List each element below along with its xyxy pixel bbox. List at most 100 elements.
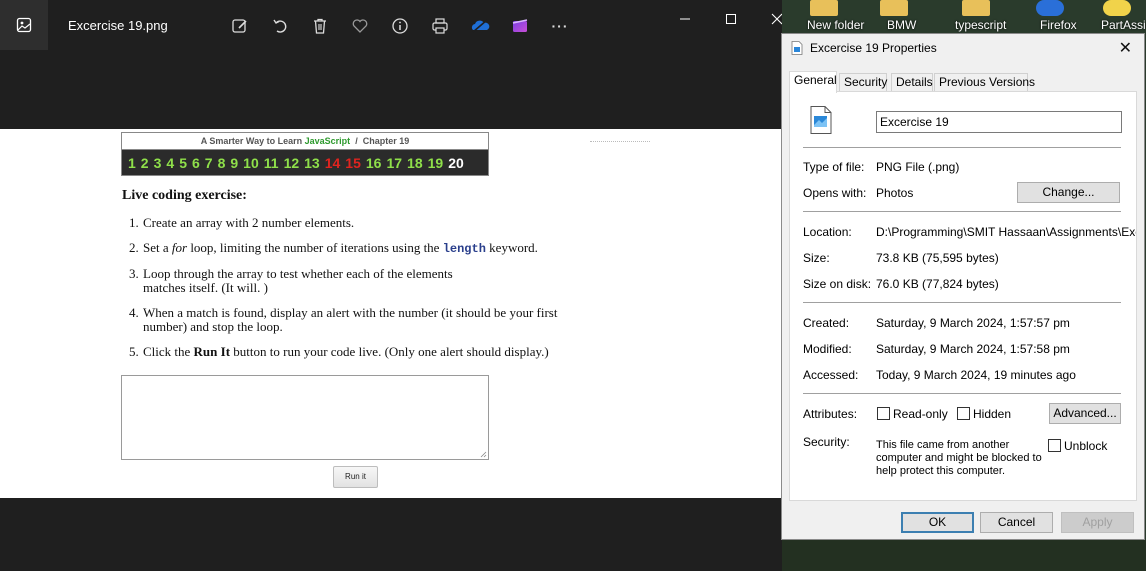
step-bold: Run It <box>193 344 231 359</box>
chapter-number: 17 <box>386 155 403 171</box>
code-textarea[interactable] <box>121 375 489 460</box>
ok-button[interactable]: OK <box>901 512 974 533</box>
hidden-label[interactable]: Hidden <box>973 407 1011 421</box>
partassist-icon <box>1103 0 1131 16</box>
maximize-icon[interactable] <box>716 8 746 30</box>
banner-chapter: Chapter 19 <box>362 136 410 146</box>
chapter-numbers: 1 2 3 4 5 6 7 8 9 10 11 12 13 14 15 16 17 18 19 20 <box>122 150 488 176</box>
location-value: D:\Programming\SMIT Hassaan\Assignments\… <box>876 225 1136 239</box>
dotted-line <box>590 141 650 142</box>
step-2: 2. Set a for loop, limiting the number of… <box>129 240 599 257</box>
resize-grip-icon[interactable] <box>480 451 487 458</box>
firefox-icon <box>1036 0 1064 16</box>
divider <box>803 393 1121 394</box>
step-number: 1. <box>129 215 139 230</box>
photos-window: Excercise 19.png ··· A Smarter Way to Le… <box>0 0 800 571</box>
step-text: button to run your code live. (Only one … <box>230 344 549 359</box>
photos-titlebar: Excercise 19.png ··· <box>0 0 800 52</box>
location-label: Location: <box>803 225 852 239</box>
desktop-icon-firefox[interactable]: Firefox <box>1027 0 1077 34</box>
banner-separator: / <box>355 136 358 146</box>
step-number: 4. <box>129 305 139 320</box>
divider <box>803 211 1121 212</box>
favorite-icon[interactable] <box>348 14 372 38</box>
image-file-icon <box>810 106 832 134</box>
change-button[interactable]: Change... <box>1017 182 1120 203</box>
step-text: Click the <box>143 344 194 359</box>
chapter-number: 7 <box>204 155 213 171</box>
modified-value: Saturday, 9 March 2024, 1:57:58 pm <box>876 342 1070 356</box>
hidden-checkbox[interactable] <box>957 407 970 420</box>
chapter-number: 1 <box>128 155 136 171</box>
properties-dialog: Excercise 19 Properties ✕ General Securi… <box>781 33 1145 540</box>
step-text: loop, limiting the number of iterations … <box>187 240 443 255</box>
type-value: PNG File (.png) <box>876 160 960 174</box>
exercise-steps: 1. Create an array with 2 number elements… <box>129 216 599 359</box>
step-keyword: length <box>442 242 486 256</box>
step-number: 3. <box>129 266 139 281</box>
minimize-icon[interactable] <box>670 8 700 30</box>
chapter-number: 13 <box>304 155 320 171</box>
desktop-icon-label: New folder <box>807 18 865 32</box>
onedrive-icon[interactable] <box>468 14 492 38</box>
desktop-icon-partassist[interactable]: PartAssist <box>1088 0 1146 34</box>
file-name-field[interactable]: Excercise 19 <box>876 111 1122 133</box>
close-icon[interactable]: ✕ <box>1119 38 1132 58</box>
opens-with-value: Photos <box>876 186 914 200</box>
image-canvas[interactable]: A Smarter Way to Learn JavaScript / Chap… <box>0 129 782 498</box>
run-it-button[interactable]: Run it <box>333 466 378 488</box>
chapter-number: 12 <box>283 155 300 171</box>
photos-app-icon[interactable] <box>0 0 48 50</box>
advanced-button[interactable]: Advanced... <box>1049 403 1121 424</box>
security-label: Security: <box>803 435 850 449</box>
rotate-icon[interactable] <box>268 14 292 38</box>
step-text: keyword. <box>485 240 538 255</box>
clipchamp-icon[interactable] <box>508 14 532 38</box>
step-text: Loop through the array to test whether e… <box>143 266 453 281</box>
step-text: When a match is found, display an alert … <box>143 305 558 320</box>
chapter-number: 10 <box>243 155 259 171</box>
desktop-icon-typescript[interactable]: typescript <box>942 0 1010 34</box>
accessed-label: Accessed: <box>803 368 859 382</box>
divider <box>803 302 1121 303</box>
chapter-number: 3 <box>153 155 162 171</box>
desktop-icon-new-folder[interactable]: New folder <box>794 0 864 34</box>
chapter-number: 14 <box>324 155 341 171</box>
chapter-number: 19 <box>427 155 444 171</box>
banner-prefix: A Smarter Way to Learn <box>200 136 303 146</box>
chapter-number: 5 <box>179 155 187 171</box>
apply-button[interactable]: Apply <box>1061 512 1134 533</box>
desktop-icon-bmw[interactable]: BMW <box>874 0 916 34</box>
unblock-label[interactable]: Unblock <box>1064 439 1107 453</box>
chapter-number: 15 <box>345 155 361 171</box>
chapter-number: 9 <box>230 155 239 171</box>
size-on-disk-label: Size on disk: <box>803 277 872 291</box>
more-icon[interactable]: ··· <box>548 14 572 38</box>
chapter-number: 2 <box>140 155 149 171</box>
dialog-title: Excercise 19 Properties <box>810 41 937 55</box>
cancel-button[interactable]: Cancel <box>980 512 1053 533</box>
read-only-checkbox[interactable] <box>877 407 890 420</box>
step-text: matches itself. (It will. ) <box>143 280 268 295</box>
step-text: number) and stop the loop. <box>143 319 283 334</box>
edit-image-icon[interactable] <box>228 14 252 38</box>
tab-general[interactable]: General <box>789 71 837 93</box>
unblock-checkbox[interactable] <box>1048 439 1061 452</box>
size-on-disk-value: 76.0 KB (77,824 bytes) <box>876 277 999 291</box>
desktop-icon-label: PartAssist <box>1101 18 1146 32</box>
read-only-label[interactable]: Read-only <box>893 407 948 421</box>
size-label: Size: <box>803 251 830 265</box>
banner-title: A Smarter Way to Learn JavaScript / Chap… <box>122 133 488 150</box>
book-banner: A Smarter Way to Learn JavaScript / Chap… <box>121 132 489 176</box>
type-label: Type of file: <box>803 160 865 174</box>
delete-icon[interactable] <box>308 14 332 38</box>
print-icon[interactable] <box>428 14 452 38</box>
chapter-number: 4 <box>166 155 175 171</box>
tab-security[interactable]: Security <box>839 73 887 92</box>
banner-brand: JavaScript <box>304 136 351 146</box>
tab-previous-versions[interactable]: Previous Versions <box>934 73 1035 92</box>
step-4: 4. When a match is found, display an aler… <box>129 306 599 334</box>
tab-details[interactable]: Details <box>891 73 933 92</box>
info-icon[interactable] <box>388 14 412 38</box>
step-1: 1. Create an array with 2 number elements… <box>129 216 599 230</box>
